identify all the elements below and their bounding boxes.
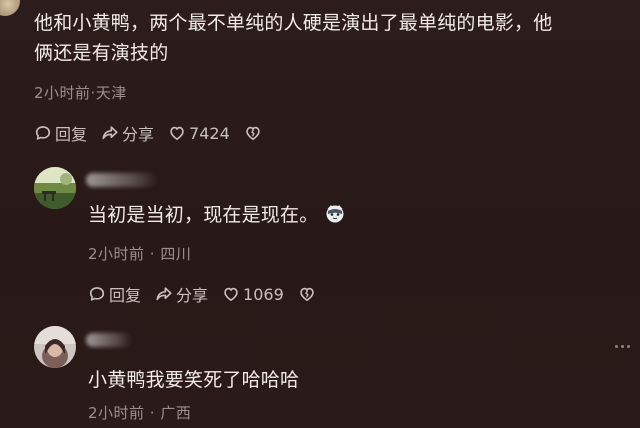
comment-list: 他和小黄鸭，两个最不单纯的人硬是演出了最单纯的电影，他 俩还是有演技的 2小时前… — [0, 0, 640, 428]
comment-1-meta: 2小时前·天津 — [34, 84, 127, 102]
comment-1-line-1: 他和小黄鸭，两个最不单纯的人硬是演出了最单纯的电影，他 — [34, 12, 553, 34]
share-arrow-icon — [102, 126, 118, 140]
share-label: 分享 — [176, 286, 209, 305]
comment-2-dislike-button[interactable] — [298, 285, 319, 303]
comment-bubble-icon — [35, 126, 51, 140]
comment-2-share-button[interactable]: 分享 — [155, 282, 208, 306]
like-count: 1069 — [243, 284, 284, 304]
like-count: 7424 — [189, 123, 230, 143]
comment-2-username-blurred[interactable] — [86, 173, 158, 187]
comment-bubble-icon — [89, 287, 105, 301]
comment-1-line-2: 俩还是有演技的 — [34, 42, 169, 64]
heart-icon — [224, 287, 238, 301]
comment-3-avatar[interactable] — [34, 326, 76, 368]
heart-icon — [170, 126, 184, 140]
comment-3-meta: 2小时前 · 广西 — [88, 404, 192, 422]
comment-1-like-button[interactable]: 7424 — [168, 124, 230, 143]
comment-2-body: 当初是当初，现在是现在。 — [88, 204, 319, 226]
comment-1-text: 他和小黄鸭，两个最不单纯的人硬是演出了最单纯的电影，他 俩还是有演技的 — [34, 8, 552, 68]
comment-3-username-blurred[interactable] — [86, 333, 132, 347]
reply-label: 回复 — [109, 286, 142, 305]
comment-1-actions: 回复 分享 7424 — [34, 121, 279, 145]
comment-2-avatar[interactable] — [34, 167, 76, 209]
comment-2-actions: 回复 分享 1069 — [88, 282, 333, 306]
comment-2-text: 当初是当初，现在是现在。 — [88, 200, 346, 230]
share-arrow-icon — [156, 287, 172, 301]
emoji-sticker-icon — [326, 205, 344, 223]
broken-heart-icon — [246, 126, 260, 140]
reply-label: 回复 — [55, 125, 88, 144]
comment-1-reply-button[interactable]: 回复 — [34, 121, 87, 145]
top-user-avatar[interactable] — [0, 0, 20, 16]
avatar-image — [34, 167, 76, 209]
comment-2-meta: 2小时前 · 四川 — [88, 245, 192, 263]
comment-1-dislike-button[interactable] — [244, 124, 265, 142]
comment-2-reply-button[interactable]: 回复 — [88, 282, 141, 306]
comment-3-text: 小黄鸭我要笑死了哈哈哈 — [88, 369, 300, 391]
avatar-image — [34, 326, 76, 368]
comment-1-share-button[interactable]: 分享 — [101, 121, 154, 145]
comment-2-like-button[interactable]: 1069 — [222, 285, 284, 304]
broken-heart-icon — [300, 287, 314, 301]
share-label: 分享 — [122, 125, 155, 144]
more-dots-icon[interactable] — [615, 345, 630, 348]
